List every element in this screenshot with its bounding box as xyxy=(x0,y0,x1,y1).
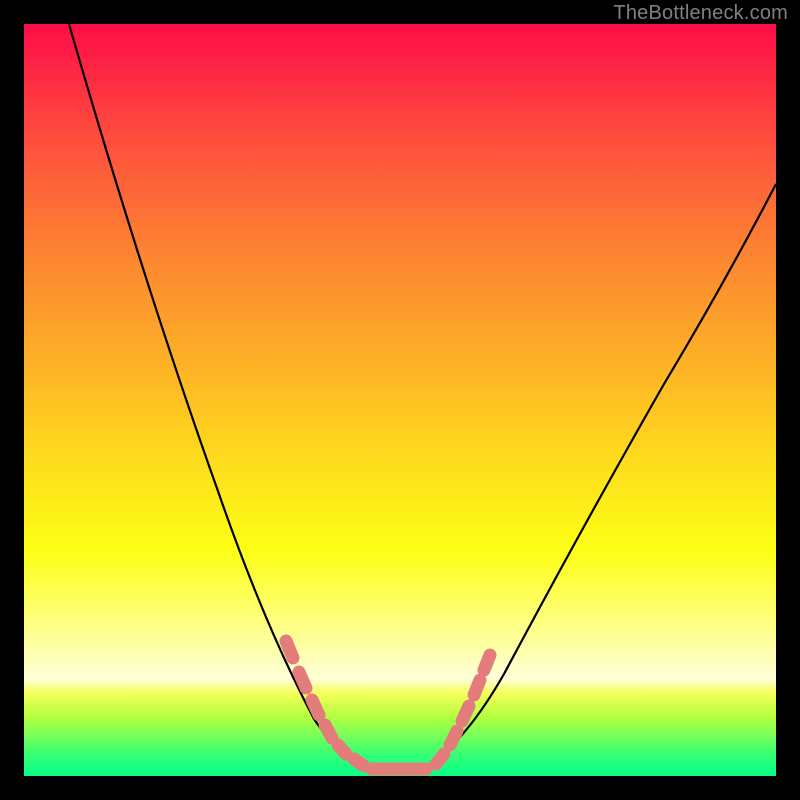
highlight-marker-group-left xyxy=(286,641,364,766)
plot-area xyxy=(24,24,776,776)
chart-frame: TheBottleneck.com xyxy=(0,0,800,800)
curve-right-branch xyxy=(379,184,776,768)
watermark-text: TheBottleneck.com xyxy=(613,2,788,25)
bottleneck-curve xyxy=(24,24,776,776)
curve-left-branch xyxy=(69,24,379,768)
